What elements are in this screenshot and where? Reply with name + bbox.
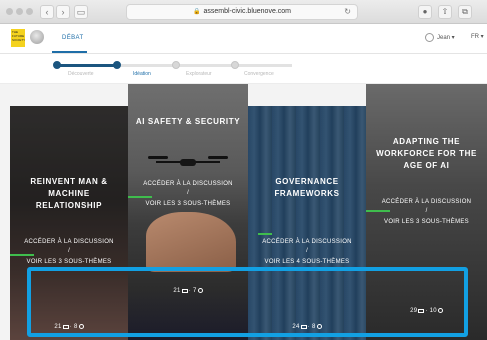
phase-dot-decouverte[interactable] bbox=[53, 61, 61, 69]
close-window-dot[interactable] bbox=[6, 8, 13, 15]
address-url: assembl-civic.bluenove.com bbox=[203, 8, 292, 15]
access-discussion-link[interactable]: ACCÉDER À LA DISCUSSION bbox=[10, 238, 128, 247]
zoom-window-dot[interactable] bbox=[26, 8, 33, 15]
user-menu[interactable]: Jean ▾ bbox=[425, 33, 455, 42]
sidebar-toggle-icon[interactable]: ▭ bbox=[74, 5, 88, 19]
accent-bar bbox=[366, 210, 390, 212]
accent-bar bbox=[258, 233, 272, 235]
app-header: THE FUTURE SOCIETY DÉBAT Jean ▾ FR ▾ bbox=[0, 24, 487, 54]
share-icon[interactable]: ⇧ bbox=[438, 5, 452, 19]
drone-image bbox=[148, 156, 228, 168]
info-icon[interactable]: ● bbox=[418, 5, 432, 19]
reload-icon[interactable]: ↻ bbox=[344, 5, 351, 19]
phase-label-explorateur[interactable]: Explorateur bbox=[186, 71, 212, 77]
subthemes-link[interactable]: VOIR LES 3 SOUS-THÈMES bbox=[10, 258, 128, 267]
phase-label-decouverte[interactable]: Découverte bbox=[68, 71, 94, 77]
tabs-icon[interactable]: ⧉ bbox=[458, 5, 472, 19]
hand-image bbox=[146, 212, 236, 272]
link-separator: / bbox=[306, 248, 308, 254]
user-icon bbox=[425, 33, 434, 42]
forward-button[interactable]: › bbox=[56, 5, 70, 19]
lock-icon: 🔒 bbox=[192, 9, 201, 15]
address-bar[interactable]: 🔒 assembl-civic.bluenove.com ↻ bbox=[126, 4, 358, 20]
highlight-annotation-box bbox=[27, 267, 468, 337]
phase-dot-explorateur[interactable] bbox=[172, 61, 180, 69]
future-society-logo[interactable]: THE FUTURE SOCIETY bbox=[11, 29, 25, 47]
phase-progress-done bbox=[56, 64, 116, 67]
subthemes-link[interactable]: VOIR LES 3 SOUS-THÈMES bbox=[366, 218, 487, 227]
theme-title: GOVERNANCE FRAMEWORKS bbox=[274, 177, 340, 198]
phase-label-convergence[interactable]: Convergence bbox=[244, 71, 274, 77]
user-name: Jean ▾ bbox=[437, 35, 455, 42]
minimize-window-dot[interactable] bbox=[16, 8, 23, 15]
phase-label-ideation[interactable]: Idéation bbox=[133, 71, 151, 77]
tab-debat[interactable]: DÉBAT bbox=[62, 35, 84, 41]
browser-toolbar: ‹ › ▭ 🔒 assembl-civic.bluenove.com ↻ ● ⇧ … bbox=[0, 0, 487, 24]
theme-title: REINVENT MAN & MACHINE RELATIONSHIP bbox=[30, 177, 108, 210]
theme-title: AI SAFETY & SECURITY bbox=[135, 117, 241, 126]
theme-title: ADAPTING THE WORKFORCE FOR THE AGE OF AI bbox=[376, 137, 477, 170]
access-discussion-link[interactable]: ACCÉDER À LA DISCUSSION bbox=[248, 238, 366, 247]
active-tab-indicator bbox=[52, 51, 87, 53]
accent-bar bbox=[128, 196, 152, 198]
subthemes-link[interactable]: VOIR LES 3 SOUS-THÈMES bbox=[128, 200, 248, 209]
back-button[interactable]: ‹ bbox=[40, 5, 54, 19]
access-discussion-link[interactable]: ACCÉDER À LA DISCUSSION bbox=[366, 198, 487, 207]
phase-dot-convergence[interactable] bbox=[231, 61, 239, 69]
subthemes-link[interactable]: VOIR LES 4 SOUS-THÈMES bbox=[248, 258, 366, 267]
accent-bar bbox=[10, 254, 34, 256]
partner-logo bbox=[30, 30, 44, 44]
language-selector[interactable]: FR ▾ bbox=[471, 33, 484, 40]
phase-dot-ideation[interactable] bbox=[113, 61, 121, 69]
phase-timeline: Découverte Idéation Explorateur Converge… bbox=[0, 54, 487, 84]
access-discussion-link[interactable]: ACCÉDER À LA DISCUSSION bbox=[128, 180, 248, 189]
phase-progress-remaining bbox=[116, 64, 292, 67]
